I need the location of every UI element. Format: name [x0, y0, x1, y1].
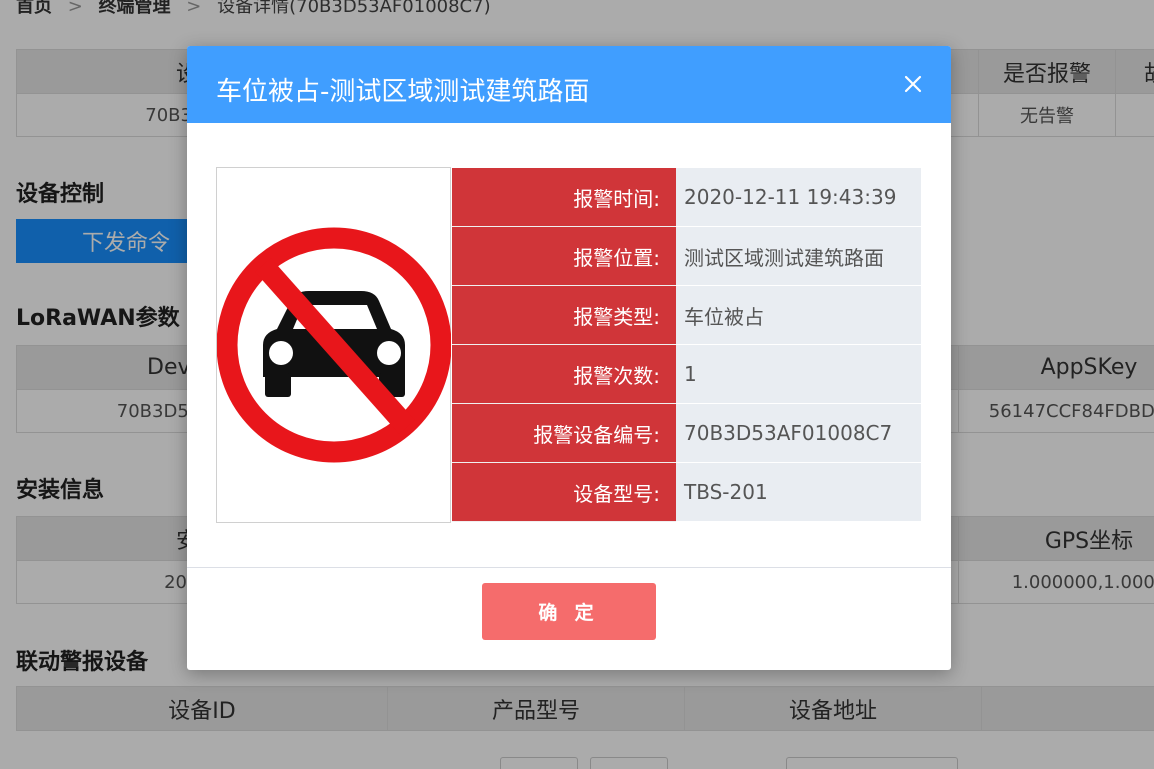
alarm-device-id-label: 报警设备编号: — [452, 404, 676, 463]
alarm-location-value: 测试区域测试建筑路面 — [676, 227, 921, 286]
alarm-location-row: 报警位置: 测试区域测试建筑路面 — [452, 227, 921, 286]
alarm-detail-dialog: 车位被占-测试区域测试建筑路面 报警时间: 2020-12-11 19:43:3… — [187, 46, 951, 670]
device-detail-page: 首页 > 终端管理 > 设备详情(70B3D53AF01008C7) 设 是否报… — [0, 0, 1154, 769]
alarm-count-label: 报警次数: — [452, 345, 676, 404]
alarm-time-label: 报警时间: — [452, 168, 676, 227]
alarm-time-row: 报警时间: 2020-12-11 19:43:39 — [452, 168, 921, 227]
confirm-button[interactable]: 确 定 — [482, 583, 656, 640]
close-icon[interactable] — [903, 74, 923, 94]
dialog-footer-divider — [187, 567, 951, 568]
device-model-row: 设备型号: TBS-201 — [452, 463, 921, 522]
alarm-time-value: 2020-12-11 19:43:39 — [676, 168, 921, 227]
alarm-type-value: 车位被占 — [676, 286, 921, 345]
dialog-title: 车位被占-测试区域测试建筑路面 — [216, 77, 590, 107]
alarm-location-label: 报警位置: — [452, 227, 676, 286]
alarm-image — [216, 167, 451, 523]
alarm-type-row: 报警类型: 车位被占 — [452, 286, 921, 345]
dialog-header: 车位被占-测试区域测试建筑路面 — [187, 46, 951, 123]
no-car-prohibition-icon — [217, 227, 451, 463]
device-model-label: 设备型号: — [452, 463, 676, 522]
device-model-value: TBS-201 — [676, 463, 921, 522]
alarm-info-table: 报警时间: 2020-12-11 19:43:39 报警位置: 测试区域测试建筑… — [452, 168, 921, 522]
alarm-count-row: 报警次数: 1 — [452, 345, 921, 404]
alarm-device-id-value: 70B3D53AF01008C7 — [676, 404, 921, 463]
alarm-count-value: 1 — [676, 345, 921, 404]
alarm-device-id-row: 报警设备编号: 70B3D53AF01008C7 — [452, 404, 921, 463]
alarm-type-label: 报警类型: — [452, 286, 676, 345]
